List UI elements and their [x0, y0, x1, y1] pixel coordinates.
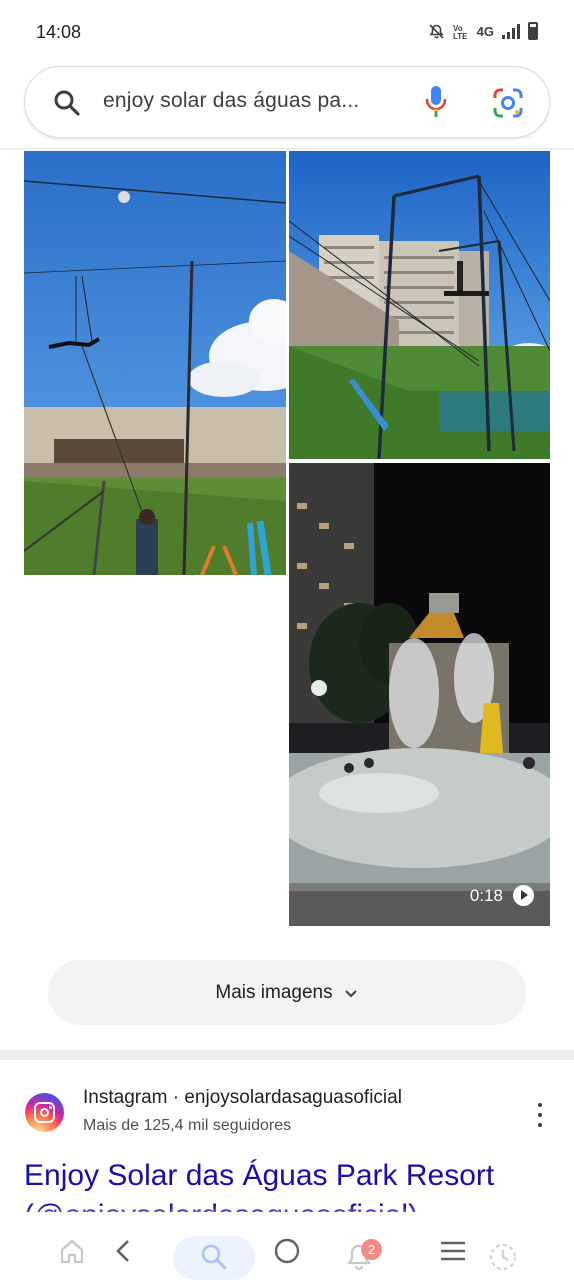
search-input[interactable]: enjoy solar das águas pa... — [103, 89, 413, 113]
notification-badge: 2 — [361, 1239, 382, 1260]
image-content — [24, 151, 286, 575]
play-icon — [513, 885, 534, 906]
history-icon[interactable] — [486, 1232, 520, 1280]
section-divider — [0, 1050, 574, 1060]
svg-text:LTE: LTE — [453, 32, 468, 40]
more-images-button[interactable]: Mais imagens — [48, 960, 526, 1025]
google-lens-icon[interactable] — [492, 87, 524, 119]
image-content — [289, 463, 550, 926]
status-time: 14:08 — [36, 22, 82, 42]
video-duration: 0:18 — [470, 885, 534, 906]
more-options-icon[interactable] — [533, 1103, 547, 1127]
menu-icon[interactable] — [438, 1226, 468, 1276]
battery-icon — [528, 22, 538, 40]
instagram-glyph — [34, 1102, 55, 1123]
home-icon[interactable] — [56, 1226, 88, 1276]
video-duration-label: 0:18 — [469, 885, 503, 905]
status-bar: 14:08 Vo LTE 4G — [0, 0, 574, 62]
instagram-icon — [25, 1093, 64, 1132]
back-icon[interactable] — [108, 1226, 138, 1276]
signal-icon — [502, 23, 520, 39]
search-tab-icon[interactable] — [196, 1232, 232, 1280]
image-content — [289, 151, 550, 459]
volte-icon: Vo LTE — [453, 24, 468, 40]
network-type: 4G — [476, 23, 494, 39]
result-source[interactable]: Instagram · enjoysolardasaguasoficial — [83, 1087, 402, 1109]
status-icons: Vo LTE 4G — [428, 22, 538, 40]
microphone-icon[interactable] — [425, 85, 447, 119]
video-result-waterpark-night[interactable]: 0:18 — [289, 463, 550, 926]
result-followers: Mais de 125,4 mil seguidores — [83, 1117, 292, 1134]
home-circle-icon[interactable] — [272, 1226, 302, 1276]
search-icon[interactable] — [52, 88, 82, 118]
chevron-down-icon — [344, 989, 357, 997]
search-bar[interactable]: enjoy solar das águas pa... — [24, 66, 550, 138]
image-result-trapeze-sky[interactable] — [24, 151, 286, 575]
more-images-label: Mais imagens — [215, 981, 333, 1003]
bottom-navigation: 2 — [0, 1222, 574, 1280]
mute-icon — [429, 23, 444, 39]
image-result-trapeze-buildings[interactable] — [289, 151, 550, 459]
result-title-link[interactable]: Enjoy Solar das Águas Park Resort (@enjo… — [24, 1156, 554, 1212]
